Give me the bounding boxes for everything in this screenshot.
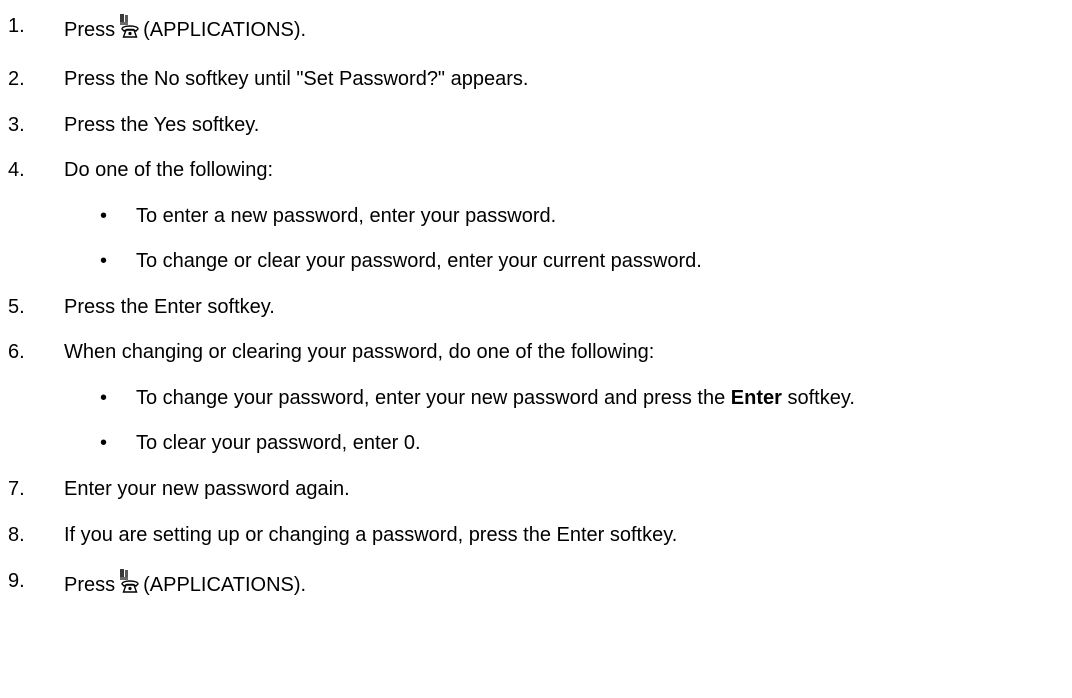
step-text-after: (APPLICATIONS). [143,19,307,41]
step-text: If you are setting up or changing a pass… [64,524,678,546]
step-number: 6. [8,341,25,363]
step-text-after: (APPLICATIONS). [143,574,307,596]
step-number: 9. [8,570,25,592]
bullet: • [100,387,108,409]
step-text: Press the No softkey until "Set Password… [64,68,529,90]
step-text: Press the Enter softkey. [64,296,275,318]
step-text: Press [64,574,116,596]
bold-term: Enter [730,387,782,409]
bullet: • [100,250,108,272]
step-number: 1. [8,15,25,37]
step-text: Press [64,19,116,41]
step-text: Enter your new password again. [64,478,350,500]
step-number: 4. [8,159,25,181]
bullet-text: To clear your password, enter 0. [136,432,421,454]
bullet-text: To change or clear your password, enter … [136,250,702,272]
bullet-text-after: softkey. [787,387,855,409]
bullet: • [100,432,108,454]
applications-icon [120,569,139,593]
step-number: 2. [8,68,25,90]
step-number: 5. [8,296,25,318]
bullet-text: To enter a new password, enter your pass… [136,205,557,227]
applications-icon [120,14,139,38]
bullet: • [100,205,108,227]
step-text: When changing or clearing your password,… [64,341,655,363]
step-number: 8. [8,524,25,546]
step-number: 7. [8,478,25,500]
step-text: Do one of the following: [64,159,274,181]
bullet-text: To change your password, enter your new … [136,387,726,409]
step-number: 3. [8,114,25,136]
step-text: Press the Yes softkey. [64,114,260,136]
